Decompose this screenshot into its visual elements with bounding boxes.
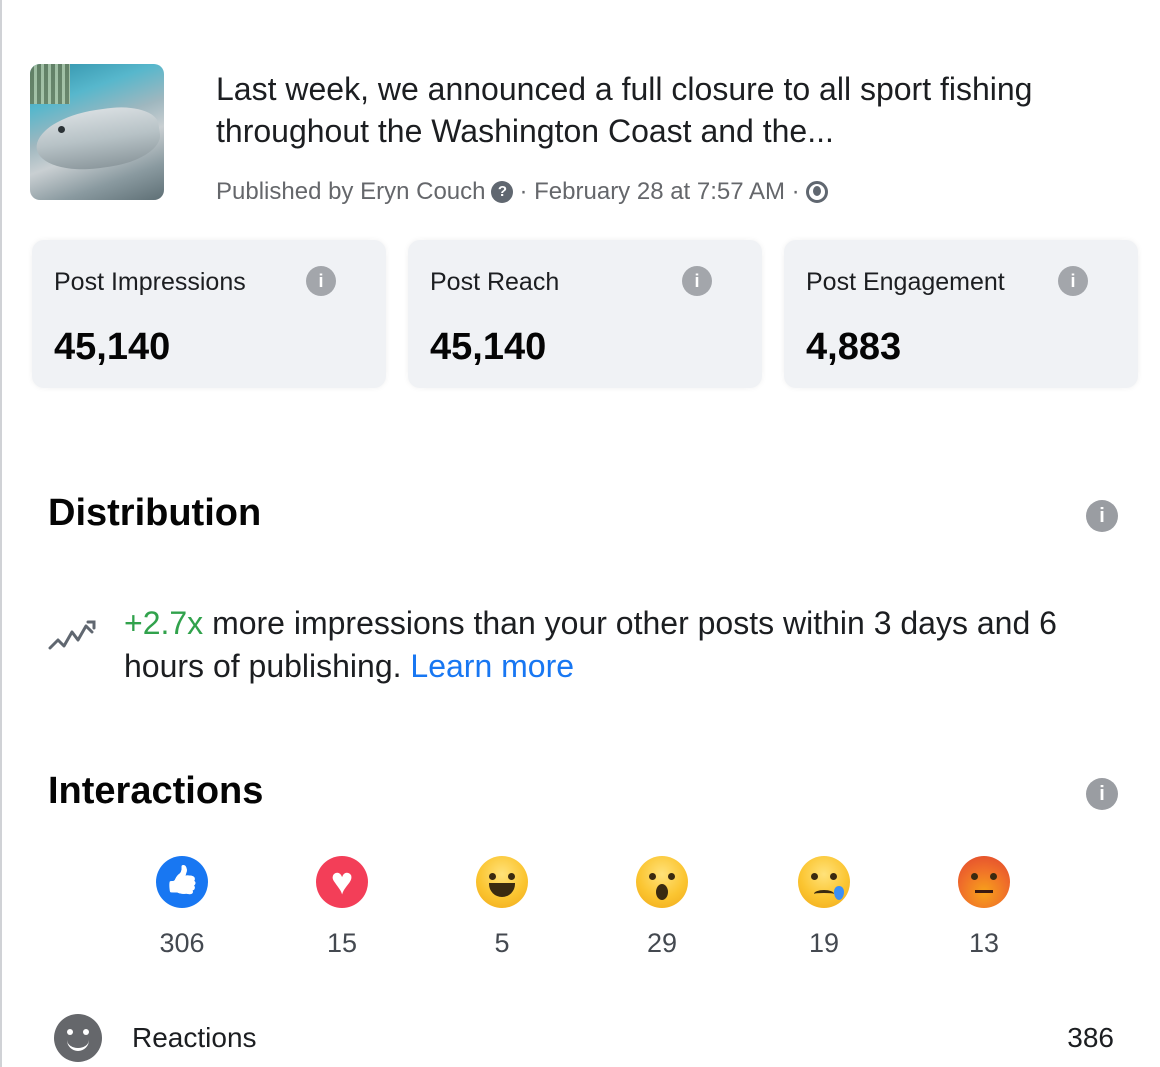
reaction-haha[interactable]: 5 — [472, 856, 532, 959]
thumbnail-background — [30, 64, 70, 104]
reaction-like[interactable]: 306 — [152, 856, 212, 959]
reaction-count: 19 — [808, 928, 840, 958]
info-icon[interactable]: i — [1086, 500, 1118, 532]
stat-card-engagement: Post Engagement i 4,883 — [784, 240, 1138, 388]
post-insights-panel: Last week, we announced a full closure t… — [0, 0, 1160, 1067]
reaction-angry[interactable]: 13 — [954, 856, 1014, 959]
reactions-label: Reactions — [132, 1022, 257, 1053]
info-icon[interactable]: i — [682, 266, 712, 296]
stat-label: Post Impressions — [54, 268, 246, 296]
post-date[interactable]: · February 28 at 7:57 AM · — [519, 178, 799, 206]
reaction-breakdown: 306 15 5 29 19 13 — [152, 856, 1022, 966]
info-icon[interactable]: i — [306, 266, 336, 296]
stat-value: 45,140 — [54, 326, 171, 368]
thumbnail-fish-eye — [58, 126, 65, 133]
thumbnail-fish — [32, 101, 164, 177]
post-thumbnail[interactable] — [30, 64, 164, 200]
angry-icon — [958, 856, 1010, 908]
like-icon — [156, 856, 208, 908]
globe-icon — [805, 181, 828, 203]
haha-icon — [476, 856, 528, 908]
info-icon[interactable]: i — [1086, 778, 1118, 810]
reaction-love[interactable]: 15 — [312, 856, 372, 959]
stats-row: Post Impressions i 45,140 Post Reach i 4… — [32, 240, 1138, 388]
stat-value: 45,140 — [430, 326, 547, 368]
distribution-text: +2.7x more impressions than your other p… — [124, 602, 1124, 688]
stat-label: Post Engagement — [806, 268, 1005, 296]
info-icon[interactable]: i — [1058, 266, 1088, 296]
reaction-count: 306 — [159, 928, 205, 958]
smiley-icon — [54, 1014, 102, 1062]
reaction-count: 15 — [326, 928, 358, 958]
reactions-total-row[interactable]: Reactions 386 — [54, 1012, 1114, 1064]
post-meta: Published by Eryn Couch ? · February 28 … — [216, 178, 828, 206]
stat-card-reach: Post Reach i 45,140 — [408, 240, 762, 388]
stat-card-impressions: Post Impressions i 45,140 — [32, 240, 386, 388]
reaction-wow[interactable]: 29 — [632, 856, 692, 959]
reaction-count: 5 — [494, 928, 510, 958]
distribution-description: more impressions than your other posts w… — [124, 605, 1057, 684]
love-icon — [316, 856, 368, 908]
sad-icon — [798, 856, 850, 908]
reaction-count: 29 — [646, 928, 678, 958]
reaction-count: 13 — [968, 928, 1000, 958]
interactions-title: Interactions — [48, 770, 264, 812]
learn-more-link[interactable]: Learn more — [410, 648, 574, 684]
trend-icon — [48, 620, 96, 650]
distribution-title: Distribution — [48, 492, 262, 534]
published-by: Published by Eryn Couch — [216, 178, 486, 205]
impressions-multiplier: +2.7x — [124, 605, 204, 641]
question-icon[interactable]: ? — [491, 181, 514, 203]
distribution-insight: +2.7x more impressions than your other p… — [48, 602, 1118, 692]
stat-label: Post Reach — [430, 268, 560, 296]
reactions-total: 386 — [1067, 1022, 1114, 1053]
post-title[interactable]: Last week, we announced a full closure t… — [216, 68, 1116, 152]
post-header: Last week, we announced a full closure t… — [30, 64, 1140, 214]
reaction-sad[interactable]: 19 — [794, 856, 854, 959]
stat-value: 4,883 — [806, 326, 902, 368]
wow-icon — [636, 856, 688, 908]
